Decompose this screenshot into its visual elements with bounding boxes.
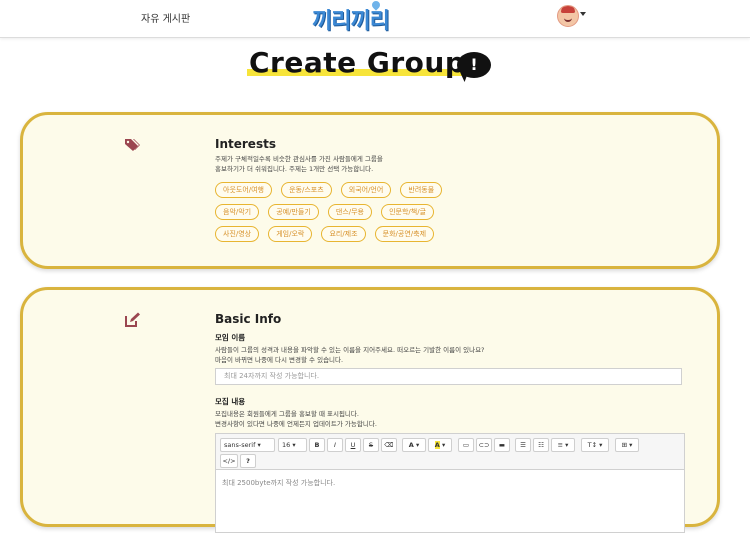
font-size-value: 16 bbox=[282, 441, 291, 449]
user-menu-caret-icon[interactable] bbox=[580, 12, 586, 16]
group-name-label: 모임 이름 bbox=[215, 333, 246, 342]
interest-chip-list: 아웃도어/여행 운동/스포츠 외국어/언어 반려동물 음악/악기 공예/만들기 … bbox=[215, 182, 475, 248]
interests-desc-line2: 홍보하기가 더 쉬워집니다. 주제는 1개만 선택 가능합니다. bbox=[215, 165, 374, 173]
site-logo[interactable]: 끼리끼리 bbox=[312, 0, 412, 34]
group-name-description: 사람들이 그룹의 성격과 내용을 파악할 수 있는 이름을 지어주세요. 떠오르… bbox=[215, 345, 685, 365]
recruit-content-label: 모집 내용 bbox=[215, 397, 246, 406]
user-avatar-icon[interactable] bbox=[557, 5, 579, 27]
page-title-wrap: Create Group bbox=[247, 46, 468, 80]
basic-info-card: Basic Info 모임 이름 사람들이 그룹의 성격과 내용을 파악할 수 … bbox=[20, 287, 720, 533]
interest-chip[interactable]: 댄스/무용 bbox=[327, 204, 372, 220]
interest-chip[interactable]: 요리/제조 bbox=[321, 226, 366, 242]
interest-chip[interactable]: 반려동물 bbox=[400, 182, 443, 198]
editor-placeholder[interactable]: 최대 2500byte까지 작성 가능합니다. bbox=[222, 478, 335, 488]
clear-format-icon[interactable]: ⌫ bbox=[381, 438, 397, 452]
interest-chip[interactable]: 아웃도어/여행 bbox=[215, 182, 272, 198]
line-height-icon: T↕ bbox=[587, 441, 598, 449]
underline-button[interactable]: U bbox=[345, 438, 361, 452]
font-family-value: sans-serif bbox=[224, 441, 256, 449]
tags-icon bbox=[125, 139, 140, 151]
strikethrough-button[interactable]: S bbox=[363, 438, 379, 452]
align-icon: ≡ bbox=[557, 441, 564, 449]
recruit-content-description: 모집내용은 회원들에게 그룹을 홍보할 때 표시됩니다. 변경사항이 있다면 나… bbox=[215, 409, 685, 429]
font-color-button[interactable]: A ▾ bbox=[402, 438, 426, 452]
group-name-desc-line1: 사람들이 그룹의 성격과 내용을 파악할 수 있는 이름을 지어주세요. 떠오르… bbox=[215, 346, 485, 354]
top-navbar: 자유 게시판 끼리끼리 bbox=[0, 0, 750, 38]
font-family-select[interactable]: sans-serif ▾ bbox=[220, 438, 275, 452]
group-name-input[interactable]: 최대 24자까지 작성 가능합니다. bbox=[215, 368, 682, 385]
interests-card: Interests 주제가 구체적일수록 비슷한 관심사를 가진 사람들에게 그… bbox=[20, 112, 720, 269]
recruit-desc-line1: 모집내용은 회원들에게 그룹을 홍보할 때 표시됩니다. bbox=[215, 410, 359, 418]
highlight-color-button[interactable]: A ▾ bbox=[428, 438, 452, 452]
interest-chip[interactable]: 음악/악기 bbox=[215, 204, 260, 220]
interests-heading: Interests bbox=[215, 137, 276, 151]
font-size-select[interactable]: 16 ▾ bbox=[278, 438, 307, 452]
bold-button[interactable]: B bbox=[309, 438, 325, 452]
video-icon[interactable]: ▬ bbox=[494, 438, 510, 452]
italic-button[interactable]: I bbox=[327, 438, 343, 452]
unordered-list-icon[interactable]: ☰ bbox=[515, 438, 531, 452]
line-height-button[interactable]: T↕ ▾ bbox=[581, 438, 609, 452]
interest-chip[interactable]: 인문학/책/글 bbox=[381, 204, 435, 220]
interest-chip[interactable]: 게임/오락 bbox=[268, 226, 313, 242]
interest-chip[interactable]: 운동/스포츠 bbox=[281, 182, 332, 198]
table-icon: ⊞ bbox=[621, 441, 628, 449]
basic-info-heading: Basic Info bbox=[215, 312, 282, 326]
align-button[interactable]: ≡ ▾ bbox=[551, 438, 575, 452]
interest-chip[interactable]: 외국어/언어 bbox=[340, 182, 392, 198]
highlight-icon: A bbox=[434, 441, 440, 449]
code-view-icon[interactable]: </> bbox=[220, 454, 238, 468]
exclamation-bubble-icon: ! bbox=[457, 52, 491, 78]
font-color-icon: A bbox=[408, 441, 414, 449]
page-title: Create Group bbox=[247, 46, 468, 79]
image-icon[interactable]: ▭ bbox=[458, 438, 474, 452]
rich-text-editor: sans-serif ▾ 16 ▾ B I U S ⌫ A ▾ A ▾ ▭ ⊂⊃… bbox=[215, 433, 685, 533]
interest-chip[interactable]: 사진/영상 bbox=[215, 226, 260, 242]
logo-text: 끼리끼리 bbox=[312, 9, 390, 34]
group-name-desc-line2: 마음이 바뀌면 나중에 다시 변경할 수 있습니다. bbox=[215, 356, 344, 364]
editor-toolbar: sans-serif ▾ 16 ▾ B I U S ⌫ A ▾ A ▾ ▭ ⊂⊃… bbox=[216, 434, 684, 470]
nav-free-board-link[interactable]: 자유 게시판 bbox=[141, 10, 190, 25]
recruit-desc-line2: 변경사항이 있다면 나중에 언제든지 업데이트가 가능합니다. bbox=[215, 420, 377, 428]
ordered-list-icon[interactable]: ☷ bbox=[533, 438, 549, 452]
interest-chip[interactable]: 문화/공연/축제 bbox=[374, 226, 435, 242]
table-button[interactable]: ⊞ ▾ bbox=[615, 438, 639, 452]
interests-desc-line1: 주제가 구체적일수록 비슷한 관심사를 가진 사람들에게 그룹을 bbox=[215, 155, 383, 163]
link-icon[interactable]: ⊂⊃ bbox=[476, 438, 492, 452]
interest-chip[interactable]: 공예/만들기 bbox=[268, 204, 319, 220]
edit-icon bbox=[125, 312, 140, 327]
interests-description: 주제가 구체적일수록 비슷한 관심사를 가진 사람들에게 그룹을 홍보하기가 더… bbox=[215, 154, 635, 174]
help-icon[interactable]: ? bbox=[240, 454, 256, 468]
